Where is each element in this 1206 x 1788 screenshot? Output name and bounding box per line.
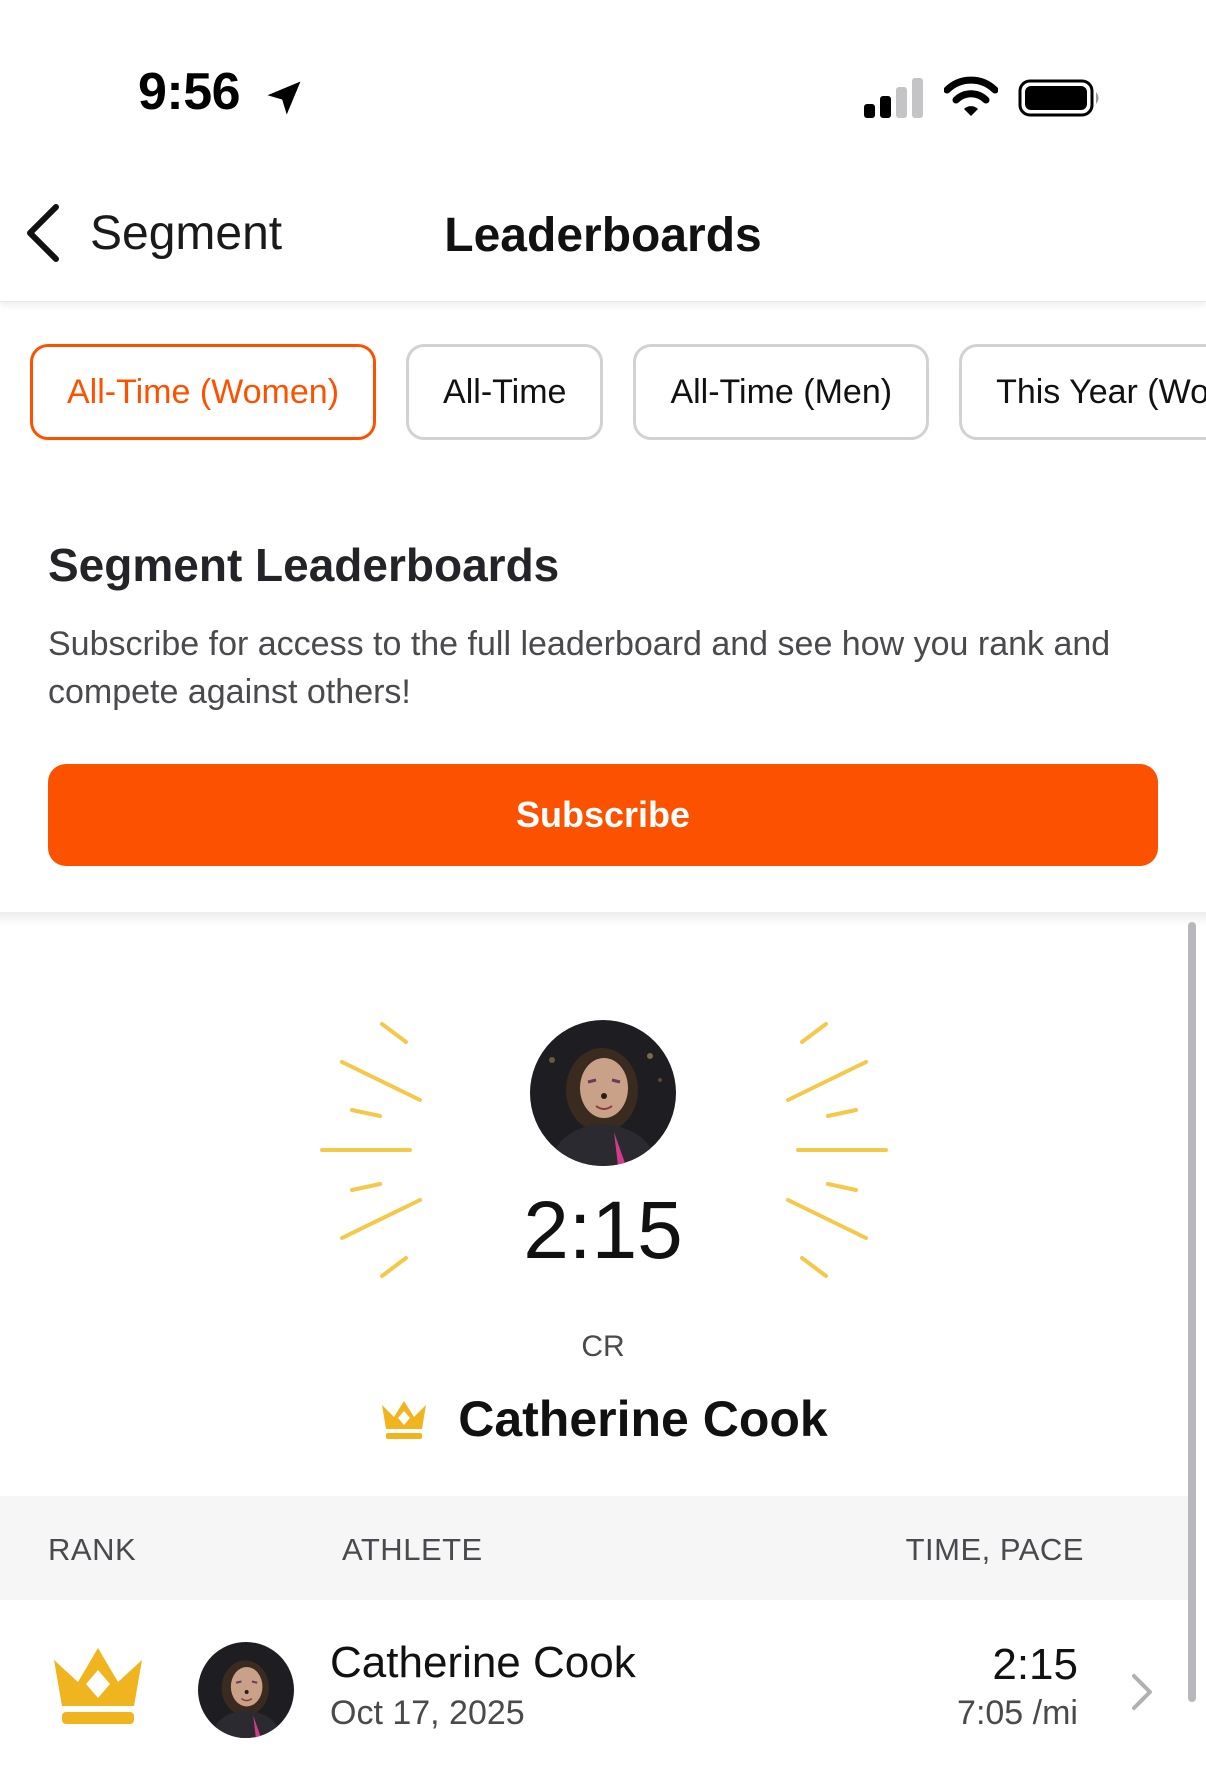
athlete-avatar[interactable] bbox=[198, 1642, 294, 1738]
cr-holder-name: Catherine Cook bbox=[458, 1391, 828, 1447]
cr-time: 2:15 bbox=[523, 1185, 683, 1276]
avatar-photo bbox=[530, 1020, 676, 1166]
filter-chip-this-year-women[interactable]: This Year (Wo bbox=[959, 344, 1206, 440]
location-arrow-icon bbox=[267, 81, 301, 115]
leaderboard-table-header: RANK ATHLETE TIME, PACE bbox=[0, 1496, 1190, 1600]
filter-chip-all-time-women[interactable]: All-Time (Women) bbox=[30, 344, 377, 440]
column-header-time-pace: TIME, PACE bbox=[905, 1532, 1084, 1567]
section-divider bbox=[0, 912, 1206, 926]
subscribe-button[interactable]: Subscribe bbox=[48, 764, 1158, 866]
column-header-rank: RANK bbox=[48, 1532, 137, 1567]
subscribe-description: Subscribe for access to the full leaderb… bbox=[48, 625, 1111, 711]
avatar-photo bbox=[198, 1642, 294, 1738]
athlete-name: Catherine Cook bbox=[330, 1638, 636, 1687]
wifi-icon bbox=[944, 76, 998, 116]
scrollbar[interactable] bbox=[1188, 922, 1196, 1702]
page-title: Leaderboards bbox=[444, 209, 762, 262]
cellular-signal-icon bbox=[864, 78, 923, 118]
effort-time: 2:15 bbox=[992, 1640, 1078, 1689]
effort-pace: 7:05 /mi bbox=[957, 1694, 1078, 1732]
status-bar: 9:56 bbox=[0, 0, 1206, 150]
chevron-right-icon bbox=[1132, 1674, 1152, 1710]
crown-icon bbox=[54, 1648, 142, 1724]
filter-chip-all-time-men[interactable]: All-Time (Men) bbox=[633, 344, 930, 440]
cr-holder-avatar[interactable] bbox=[530, 1020, 676, 1166]
navigation-bar: Segment Leaderboards bbox=[0, 150, 1206, 302]
cr-label: CR bbox=[581, 1330, 625, 1363]
status-time: 9:56 bbox=[138, 63, 241, 121]
crown-icon bbox=[382, 1401, 427, 1439]
battery-icon bbox=[1018, 79, 1099, 117]
filter-chip-all-time[interactable]: All-Time bbox=[406, 344, 604, 440]
cr-holder[interactable]: Catherine Cook bbox=[0, 1390, 1206, 1448]
effort-date: Oct 17, 2025 bbox=[330, 1694, 525, 1732]
filter-chips: All-Time (Women) All-Time All-Time (Men)… bbox=[30, 344, 1206, 440]
column-header-athlete: ATHLETE bbox=[342, 1532, 483, 1567]
subscribe-title: Segment Leaderboards bbox=[48, 539, 560, 591]
leaderboard-row[interactable]: Catherine Cook Oct 17, 2025 2:15 7:05 /m… bbox=[0, 1600, 1190, 1788]
